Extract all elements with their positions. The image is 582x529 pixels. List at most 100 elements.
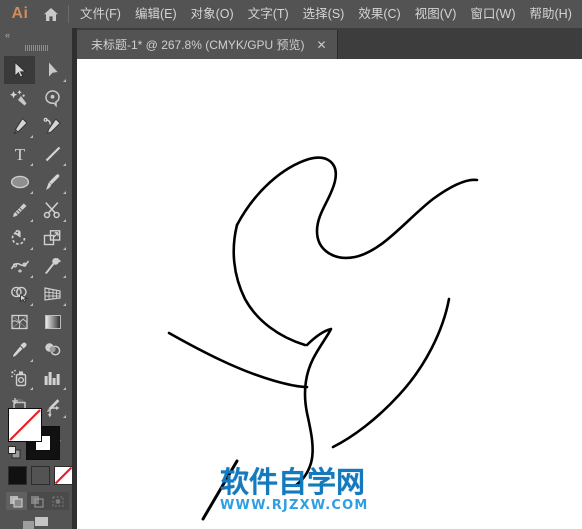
collapse-panel-icon[interactable]: «: [0, 28, 72, 42]
ellipse-icon: [10, 174, 30, 190]
width-warp-icon: [10, 257, 30, 275]
svg-text:T: T: [14, 145, 25, 163]
shape-builder-tool[interactable]: [4, 280, 35, 308]
eyedropper-tool[interactable]: [4, 336, 35, 364]
scale-tool[interactable]: [37, 224, 68, 252]
artwork-paths[interactable]: [77, 59, 582, 529]
type-tool[interactable]: T: [4, 140, 35, 168]
tool-flyout-indicator-icon: [30, 135, 33, 138]
mesh-icon: [10, 313, 29, 331]
tool-flyout-indicator-icon: [30, 275, 33, 278]
path-lower-left-sweep[interactable]: [167, 331, 309, 389]
path-right-arc[interactable]: [331, 297, 451, 449]
direct-selection-tool[interactable]: [37, 56, 68, 84]
width-warp-tool[interactable]: [4, 252, 35, 280]
shaper-pencil-tool[interactable]: [4, 196, 35, 224]
pen-tool[interactable]: [4, 112, 35, 140]
gradient-tool[interactable]: [37, 308, 68, 336]
menu-edit[interactable]: 编辑(E): [128, 0, 184, 28]
fill-swatch[interactable]: [8, 408, 42, 442]
curvature-icon: [43, 117, 62, 135]
document-tab[interactable]: 未标题-1* @ 267.8% (CMYK/GPU 预览) ✕: [77, 30, 338, 59]
selection-tool[interactable]: [4, 56, 35, 84]
menu-help[interactable]: 帮助(H): [523, 0, 579, 28]
tool-flyout-indicator-icon: [30, 387, 33, 390]
path-left-hook[interactable]: [232, 223, 307, 347]
none-button[interactable]: [54, 466, 73, 485]
arrow-solid-icon: [11, 61, 29, 79]
column-graph-tool[interactable]: [37, 364, 68, 392]
shape-builder-icon: [10, 285, 30, 303]
puppet-pin-icon: [44, 257, 62, 275]
tool-flyout-indicator-icon: [30, 303, 33, 306]
menu-window[interactable]: 窗口(W): [463, 0, 522, 28]
blend-tool[interactable]: [37, 336, 68, 364]
ellipse-tool[interactable]: [4, 168, 35, 196]
menu-view[interactable]: 视图(V): [408, 0, 464, 28]
paintbrush-tool[interactable]: [37, 168, 68, 196]
line-segment-tool[interactable]: [37, 140, 68, 168]
document-tab-bar: 未标题-1* @ 267.8% (CMYK/GPU 预览) ✕: [77, 28, 582, 59]
tool-flyout-indicator-icon: [30, 247, 33, 250]
default-fill-stroke-icon[interactable]: [8, 446, 21, 459]
tool-flyout-indicator-icon: [63, 303, 66, 306]
symbol-sprayer-icon: [10, 369, 29, 387]
path-center-tail[interactable]: [294, 327, 333, 487]
menu-select[interactable]: 选择(S): [296, 0, 352, 28]
none-indicator-icon: [9, 409, 41, 441]
symbol-sprayer-tool[interactable]: [4, 364, 35, 392]
screen-mode-button[interactable]: [22, 516, 50, 529]
perspective-grid-icon: [43, 285, 62, 303]
line-segment-icon: [44, 145, 62, 163]
eyedropper-icon: [10, 341, 29, 359]
tool-grid: T: [0, 56, 72, 448]
rotate-tool[interactable]: [4, 224, 35, 252]
gradient-button[interactable]: [31, 466, 50, 485]
mesh-tool[interactable]: [4, 308, 35, 336]
draw-inside-button[interactable]: [48, 492, 69, 510]
tool-flyout-indicator-icon: [63, 79, 66, 82]
path-bottom-stub[interactable]: [201, 459, 239, 521]
rotate-icon: [10, 229, 29, 247]
tool-flyout-indicator-icon: [30, 191, 33, 194]
pen-icon: [10, 117, 29, 135]
draw-mode-buttons: [6, 492, 69, 510]
column-graph-icon: [43, 370, 62, 386]
color-mode-buttons: [8, 466, 73, 485]
gradient-icon: [44, 314, 62, 330]
free-transform-tool[interactable]: [37, 252, 68, 280]
menu-effect[interactable]: 效果(C): [351, 0, 407, 28]
tool-flyout-indicator-icon: [63, 163, 66, 166]
fill-stroke-area: [0, 404, 73, 529]
tool-flyout-indicator-icon: [30, 163, 33, 166]
menu-separator: [68, 5, 69, 23]
illustrator-window: Ai 文件(F) 编辑(E) 对象(O) 文字(T) 选择(S) 效果(C) 视图(V) 窗口…: [0, 0, 582, 529]
draw-behind-button[interactable]: [27, 492, 48, 510]
perspective-grid-tool[interactable]: [37, 280, 68, 308]
scissors-tool[interactable]: [37, 196, 68, 224]
curvature-tool[interactable]: [37, 112, 68, 140]
scale-icon: [43, 229, 62, 247]
magic-wand-tool[interactable]: [4, 84, 35, 112]
color-button[interactable]: [8, 466, 27, 485]
magic-wand-icon: [10, 89, 29, 107]
path-main-swirl[interactable]: [235, 156, 479, 260]
document-canvas[interactable]: 软件自学网 WWW.RJZXW.COM: [77, 59, 582, 529]
home-icon[interactable]: [36, 0, 66, 28]
menu-type[interactable]: 文字(T): [241, 0, 296, 28]
menu-item-list: 文件(F) 编辑(E) 对象(O) 文字(T) 选择(S) 效果(C) 视图(V) 窗口(W)…: [73, 0, 579, 28]
draw-normal-button[interactable]: [6, 492, 27, 510]
panel-drag-handle[interactable]: [0, 42, 72, 54]
swap-fill-stroke-icon[interactable]: [48, 406, 61, 421]
tool-flyout-indicator-icon: [30, 219, 33, 222]
tool-flyout-indicator-icon: [63, 247, 66, 250]
document-tab-title: 未标题-1* @ 267.8% (CMYK/GPU 预览): [91, 38, 305, 52]
menu-bar: Ai 文件(F) 编辑(E) 对象(O) 文字(T) 选择(S) 效果(C) 视图(V) 窗口…: [0, 0, 582, 28]
lasso-tool[interactable]: [37, 84, 68, 112]
menu-file[interactable]: 文件(F): [73, 0, 128, 28]
close-icon[interactable]: ✕: [315, 38, 329, 52]
tool-flyout-indicator-icon: [63, 387, 66, 390]
tool-flyout-indicator-icon: [63, 275, 66, 278]
pencil-shaper-icon: [10, 201, 29, 219]
menu-object[interactable]: 对象(O): [184, 0, 241, 28]
